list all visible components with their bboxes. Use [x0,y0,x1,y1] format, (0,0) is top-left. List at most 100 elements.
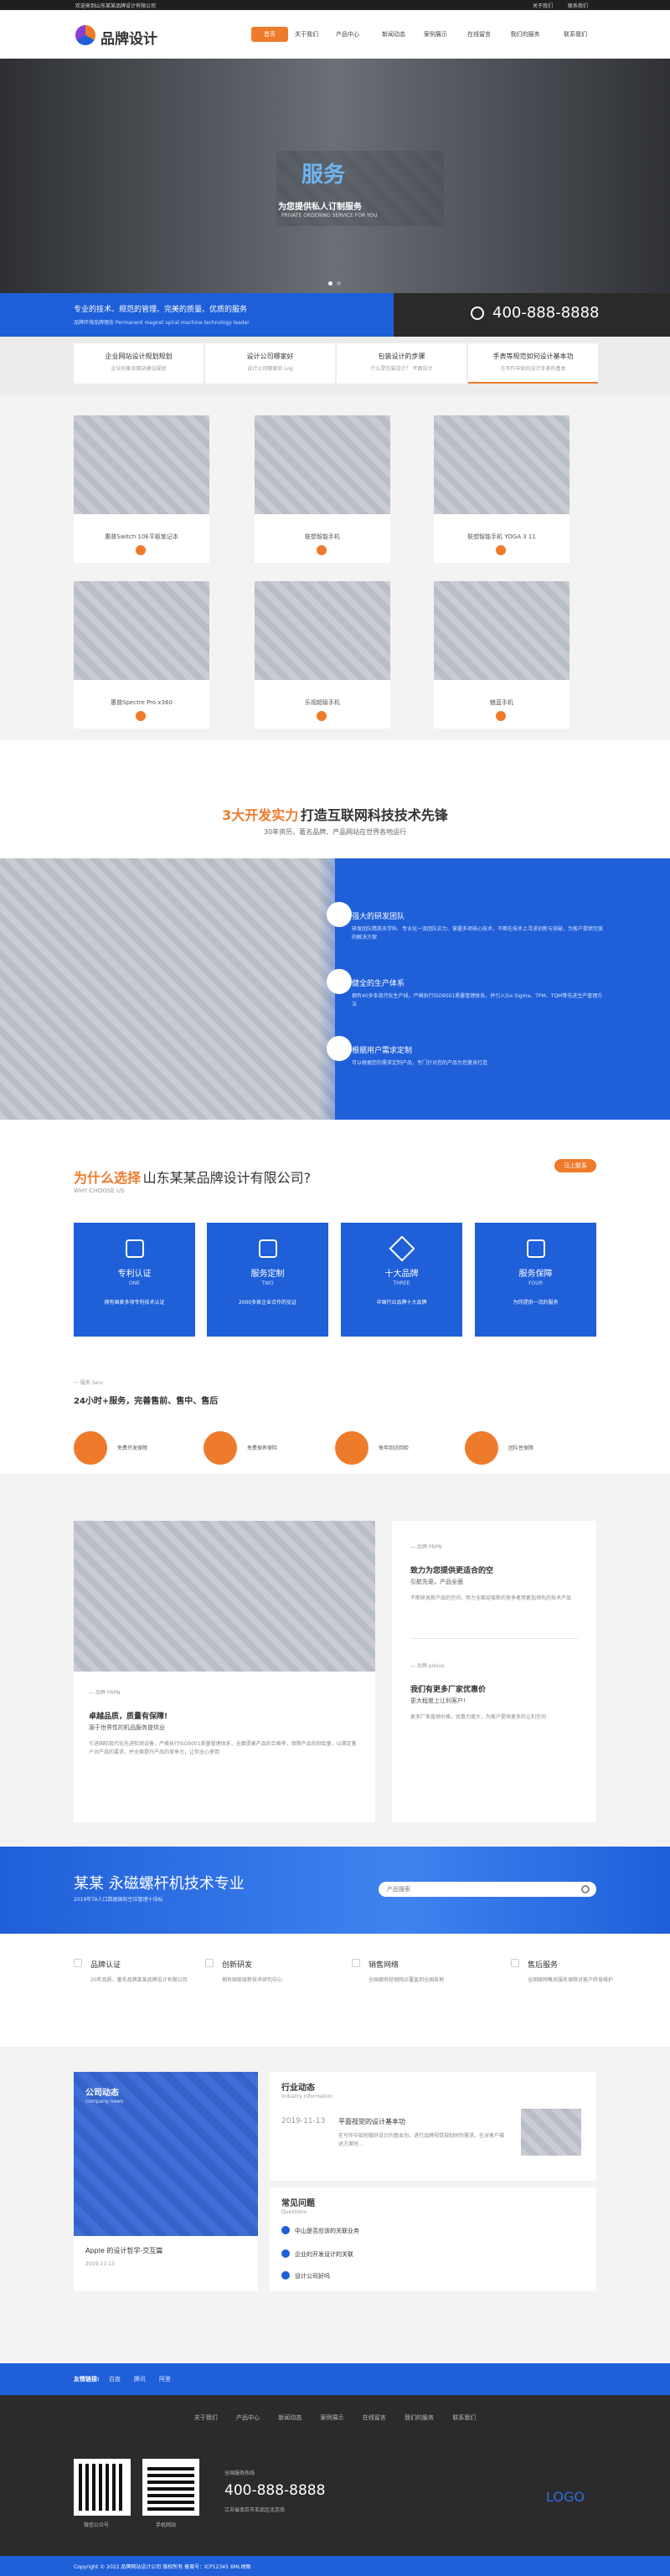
brand-news-section: — 品牌 PRPN 卓越品质，质量有保障! 源于世界性的机品服务提供业 引进国际… [0,1474,670,1847]
footer-nav-message[interactable]: 在线留言 [363,2414,386,2421]
industry-thumbnail[interactable] [521,2109,581,2156]
why-box[interactable]: 服务定制 TWO 2000多家企业合作的见证 [207,1223,328,1337]
footer-nav-about[interactable]: 关于我们 [194,2414,218,2421]
friend-links-bar: 友情链接: 百度 腾讯 阿里 [0,2363,670,2395]
friend-link[interactable]: 阿里 [159,2375,171,2383]
why-box-title: 专利认证 [117,1270,152,1279]
nav-service[interactable]: 我们的服务 [507,27,544,42]
qr-code-wechat [74,2459,131,2516]
team-icon [327,902,352,927]
nav-cases[interactable]: 案例展示 [417,27,454,42]
feature-item[interactable]: 包装设计的步骤 什么是包装设计？ 平面设计 [337,343,466,384]
brand-card-left[interactable]: — 品牌 PRPN 卓越品质，质量有保障! 源于世界性的机品服务提供业 引进国际… [74,1521,375,1822]
faq-title: 常见问题 [281,2199,315,2208]
brand-tag: — 品牌 PRPN [89,1690,121,1696]
insurance-icon [204,1431,237,1465]
news-caption[interactable]: Apple 的设计哲学-交互篇 [85,2246,162,2255]
nav-contact[interactable]: 联系我们 [557,27,594,42]
nav-home[interactable]: 首页 [251,27,288,42]
product-card[interactable]: 惠普Switch 10E平板笔记本 [74,415,209,563]
nav-news[interactable]: 新闻动态 [375,27,412,42]
nav-message[interactable]: 在线留言 [461,27,497,42]
phone-photo [434,581,570,680]
why-box[interactable]: 专利认证 ONE 拥有国家多项专利技术认证 [74,1223,195,1337]
factory-photo [0,858,335,1120]
arrow-icon[interactable] [317,545,327,555]
company-news-en: company news [85,2099,124,2105]
nav-about[interactable]: 关于我们 [288,27,325,42]
product-card[interactable]: 乐视超级手机 [255,581,390,729]
copyright-text: Copyright © 2022 品牌网站设计公司 版权所有 备案号：ICP12… [74,2564,251,2570]
product-card[interactable]: 惠普Spectre Pro x360 [74,581,209,729]
footer-logo[interactable]: LOGO [546,2489,585,2505]
search-icon[interactable] [581,1885,590,1893]
after-sale-icon [511,1959,519,1967]
product-search-input[interactable] [379,1882,596,1897]
faq-item[interactable]: 设计公司好吗 [295,2272,330,2280]
question-icon [281,2271,290,2280]
brand-title: 我们有更多厂家优惠价 [410,1686,487,1694]
strength-section: 强大的研发团队 研发团队精英多学科、专业化一流团队实力、掌握多项核心技术，不断在… [0,858,670,1120]
advantage-item: 品牌认证 20年品质，著名品牌某某品牌设计有限公司 [74,1959,199,1985]
arrow-icon[interactable] [136,711,146,721]
why-box-title: 服务定制 [250,1270,285,1279]
feature-item[interactable]: 手表等规范如何设计基本功 在写作中如何设计手表的基本 [468,343,598,384]
hotline-number[interactable]: 400-888-8888 [492,304,600,322]
industry-date: 2019-11-13 [281,2117,326,2125]
footer-nav-products[interactable]: 产品中心 [236,2414,260,2421]
advantage-title: 销售网络 [368,1961,399,1970]
friend-link[interactable]: 腾讯 [134,2375,146,2383]
advantage-row: 品牌认证 20年品质，著名品牌某某品牌设计有限公司 创新研发 拥有国家级新技术研… [0,1934,670,2047]
slider-dot[interactable] [328,281,332,286]
footer-nav-service[interactable]: 我们的服务 [405,2414,434,2421]
footer-nav-cases[interactable]: 案例展示 [321,2414,344,2421]
arrow-icon[interactable] [136,545,146,555]
product-card[interactable]: 联想智能手机 YOGA 3 11 [434,415,570,563]
product-card[interactable]: 联想智能手机 [255,415,390,563]
contact-now-button[interactable]: 马上联系 [554,1159,596,1172]
why-box-desc: 中国行业品牌十大品牌 [376,1300,427,1306]
brand-sub: 更大程度上让利客户! [410,1698,466,1704]
strength-title: 健全的生产体系 [352,980,405,988]
production-icon [327,969,352,994]
footer-hotline[interactable]: 400-888-8888 [224,2482,325,2499]
arrow-icon[interactable] [496,711,506,721]
brand-logo-icon[interactable] [75,25,95,45]
feature-item[interactable]: 企业网站设计规划规划 企业形象及网站建设规划 [74,343,204,384]
feature-item[interactable]: 设计公司哪家好 设计公司哪家好 Log [205,343,335,384]
why-accent: 为什么选择 [74,1170,142,1186]
footer-nav-news[interactable]: 新闻动态 [278,2414,302,2421]
brand-card-right[interactable]: — 品牌 PRPN 致力为您提供更适合的空 引航先驱，产品全面 不断研发新产品的… [392,1521,596,1822]
top-link-contact[interactable]: 联系我们 [568,2,588,9]
top-link-about[interactable]: 关于我们 [533,2,553,9]
company-news-card[interactable]: 公司动态 company news Apple 的设计哲学-交互篇 2019-1… [74,2072,258,2291]
brand-desc: 引进国际现代化先进检测设备，严格执行ISO9001质量管理体系，全面提高产品的合… [89,1741,357,1755]
product-card[interactable]: 魅蓝手机 [434,581,570,729]
arrow-icon[interactable] [317,711,327,721]
brand-name[interactable]: 品牌设计 [100,27,157,48]
news-section: 公司动态 company news Apple 的设计哲学-交互篇 2019-1… [0,2047,670,2363]
divider [410,1638,578,1639]
brand-title: 卓越品质，质量有保障! [89,1713,168,1721]
slider-dot[interactable] [337,281,341,286]
product-title: 魅蓝手机 [490,699,513,706]
question-icon [281,2226,290,2234]
industry-card[interactable]: 行业动态 Industry information 2019-11-13 平面视… [270,2072,596,2181]
industry-headline[interactable]: 平面视觉的设计基本功 [338,2117,405,2126]
why-box[interactable]: 服务保障 FOUR 为你提供一流的服务 [475,1223,596,1337]
site-footer: 关于我们 产品中心 新闻动态 案例展示 在线留言 我们的服务 联系我们 微信公众… [0,2395,670,2556]
product-grid: 惠普Switch 10E平板笔记本 联想智能手机 联想智能手机 YOGA 3 1… [0,395,670,740]
faq-item[interactable]: 企业的开发设计的关联 [295,2250,353,2259]
faq-item[interactable]: 中山是否应该的关联业务 [295,2227,359,2235]
company-news-title: 公司动态 [85,2089,119,2098]
news-date: 2019-11-13 [85,2261,115,2267]
why-box[interactable]: 十大品牌 THREE 中国行业品牌十大品牌 [341,1223,462,1337]
visit-icon [335,1431,368,1465]
footer-nav-contact[interactable]: 联系我们 [452,2414,476,2421]
nav-products[interactable]: 产品中心 [329,27,366,42]
product-title: 惠普Switch 10E平板笔记本 [105,533,178,540]
hero-title: 服务 [302,162,346,188]
friend-link[interactable]: 百度 [109,2375,121,2383]
arrow-icon[interactable] [496,545,506,555]
advantage-item: 创新研发 拥有国家级新技术研究中心 [205,1959,331,1985]
